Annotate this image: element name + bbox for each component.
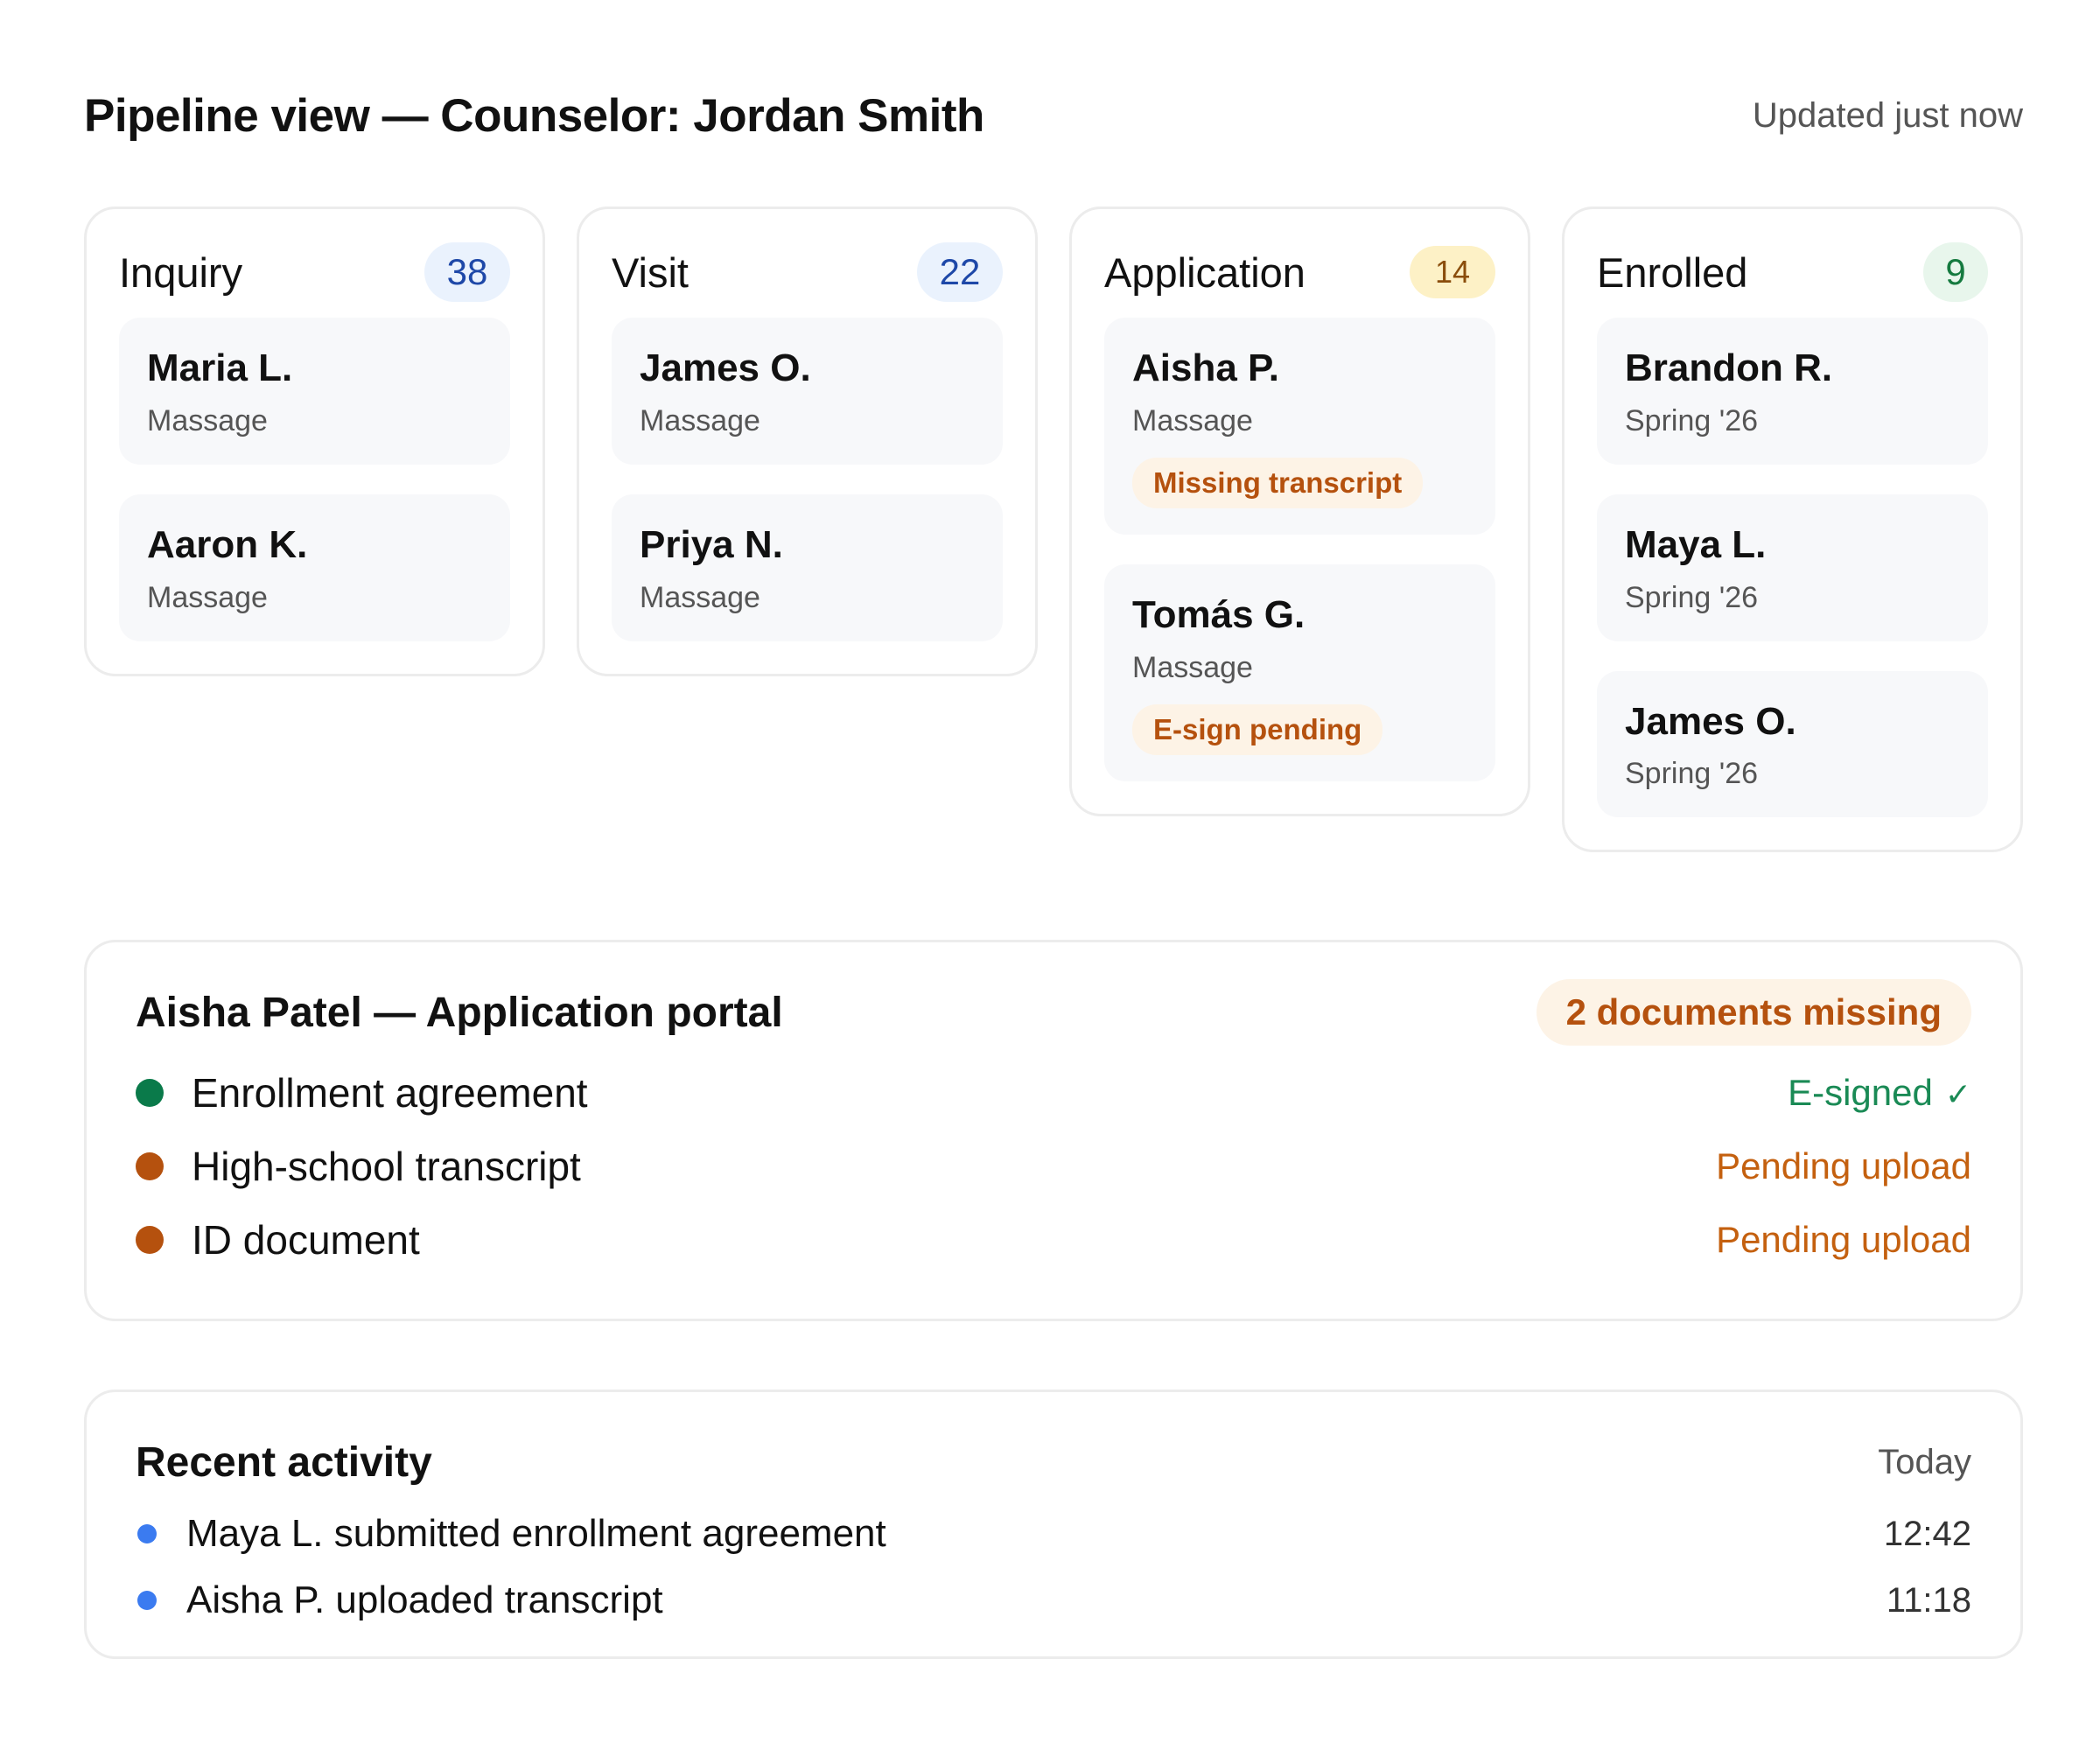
activity-left: Aisha P. uploaded transcript bbox=[136, 1578, 663, 1622]
lead-card[interactable]: Aaron K. Massage bbox=[119, 494, 510, 641]
lead-program: Massage bbox=[1132, 403, 1253, 438]
column-header: Enrolled 9 bbox=[1597, 241, 1988, 304]
lead-name: Brandon R. bbox=[1625, 346, 1833, 389]
status-dot-icon bbox=[136, 1226, 164, 1254]
document-row[interactable]: Enrollment agreement E-signed ✓ bbox=[136, 1056, 1971, 1130]
lead-program: Massage bbox=[147, 580, 268, 614]
activity-header: Recent activity Today bbox=[136, 1431, 1971, 1494]
document-left: High-school transcript bbox=[136, 1143, 581, 1190]
pipeline-board: Inquiry 38 Maria L. Massage Aaron K. Mas… bbox=[84, 206, 2023, 872]
column-header: Inquiry 38 bbox=[119, 241, 510, 304]
lead-card[interactable]: Aisha P. Massage Missing transcript bbox=[1104, 318, 1495, 535]
activity-title: Recent activity bbox=[136, 1438, 432, 1486]
column-application: Application 14 Aisha P. Massage Missing … bbox=[1069, 206, 1530, 816]
bullet-dot-icon bbox=[137, 1591, 157, 1610]
application-portal-panel: Aisha Patel — Application portal 2 docum… bbox=[84, 940, 2023, 1321]
document-left: Enrollment agreement bbox=[136, 1069, 588, 1116]
activity-time: 12:42 bbox=[1883, 1514, 1971, 1553]
document-status: Pending upload bbox=[1716, 1219, 1971, 1260]
column-title: Application bbox=[1104, 248, 1306, 296]
document-status: E-signed ✓ bbox=[1788, 1072, 1971, 1114]
lead-name: James O. bbox=[1625, 699, 1796, 743]
lead-card[interactable]: Maria L. Massage bbox=[119, 318, 510, 465]
status-dot-icon bbox=[136, 1152, 164, 1180]
lead-card[interactable]: James O. Massage bbox=[612, 318, 1003, 465]
column-title: Visit bbox=[612, 248, 689, 296]
count-badge: 38 bbox=[424, 242, 510, 302]
column-header: Visit 22 bbox=[612, 241, 1003, 304]
document-name: ID document bbox=[192, 1217, 420, 1263]
column-enrolled: Enrolled 9 Brandon R. Spring '26 Maya L.… bbox=[1562, 206, 2023, 853]
lead-name: Maya L. bbox=[1625, 522, 1767, 566]
activity-text: Aisha P. uploaded transcript bbox=[186, 1578, 663, 1621]
portal-title: Aisha Patel — Application portal bbox=[136, 989, 783, 1036]
document-status-text: E-signed bbox=[1788, 1072, 1933, 1113]
lead-term: Spring '26 bbox=[1625, 757, 1759, 791]
activity-left: Maya L. submitted enrollment agreement bbox=[136, 1512, 886, 1556]
lead-name: James O. bbox=[640, 346, 811, 389]
column-header: Application 14 bbox=[1104, 241, 1495, 304]
missing-documents-badge: 2 documents missing bbox=[1536, 979, 1971, 1046]
warning-tag: Missing transcript bbox=[1132, 457, 1424, 508]
count-badge: 14 bbox=[1410, 246, 1495, 298]
lead-program: Massage bbox=[640, 580, 760, 614]
document-name: Enrollment agreement bbox=[192, 1070, 588, 1116]
activity-time: 11:18 bbox=[1886, 1580, 1971, 1620]
lead-name: Tomás G. bbox=[1132, 592, 1306, 636]
lead-name: Aaron K. bbox=[147, 522, 308, 566]
recent-activity-panel: Recent activity Today Maya L. submitted … bbox=[84, 1390, 2023, 1659]
document-name: High-school transcript bbox=[192, 1144, 581, 1189]
lead-name: Maria L. bbox=[147, 346, 293, 389]
lead-card[interactable]: Maya L. Spring '26 bbox=[1597, 494, 1988, 641]
document-row[interactable]: ID document Pending upload bbox=[136, 1203, 1971, 1277]
lead-card[interactable]: Priya N. Massage bbox=[612, 494, 1003, 641]
column-title: Enrolled bbox=[1597, 248, 1748, 296]
lead-program: Massage bbox=[640, 403, 760, 438]
column-inquiry: Inquiry 38 Maria L. Massage Aaron K. Mas… bbox=[84, 206, 545, 676]
checkmark-icon: ✓ bbox=[1944, 1076, 1971, 1112]
lead-term: Spring '26 bbox=[1625, 580, 1759, 614]
bullet-dot-icon bbox=[137, 1524, 157, 1544]
lead-program: Massage bbox=[1132, 650, 1253, 684]
lead-name: Aisha P. bbox=[1132, 346, 1279, 389]
lead-card[interactable]: James O. Spring '26 bbox=[1597, 670, 1988, 818]
lead-program: Massage bbox=[147, 403, 268, 438]
count-badge: 22 bbox=[917, 242, 1003, 302]
document-row[interactable]: High-school transcript Pending upload bbox=[136, 1130, 1971, 1203]
activity-item[interactable]: Aisha P. uploaded transcript 11:18 bbox=[136, 1567, 1971, 1634]
activity-text: Maya L. submitted enrollment agreement bbox=[186, 1512, 886, 1555]
lead-card[interactable]: Brandon R. Spring '26 bbox=[1597, 318, 1988, 465]
status-dot-icon bbox=[136, 1079, 164, 1107]
document-status: Pending upload bbox=[1716, 1145, 1971, 1186]
activity-day: Today bbox=[1878, 1442, 1971, 1481]
lead-name: Priya N. bbox=[640, 522, 783, 566]
document-left: ID document bbox=[136, 1216, 420, 1264]
lead-term: Spring '26 bbox=[1625, 403, 1759, 438]
portal-header: Aisha Patel — Application portal 2 docum… bbox=[136, 979, 1971, 1046]
lead-card[interactable]: Tomás G. Massage E-sign pending bbox=[1104, 564, 1495, 781]
page-title: Pipeline view — Counselor: Jordan Smith bbox=[84, 89, 984, 142]
column-visit: Visit 22 James O. Massage Priya N. Massa… bbox=[577, 206, 1038, 676]
column-title: Inquiry bbox=[119, 248, 243, 296]
warning-tag: E-sign pending bbox=[1132, 704, 1383, 755]
count-badge: 9 bbox=[1923, 242, 1988, 302]
updated-status: Updated just now bbox=[1752, 95, 2023, 135]
page-header: Pipeline view — Counselor: Jordan Smith … bbox=[84, 84, 2023, 147]
activity-item[interactable]: Maya L. submitted enrollment agreement 1… bbox=[136, 1501, 1971, 1567]
